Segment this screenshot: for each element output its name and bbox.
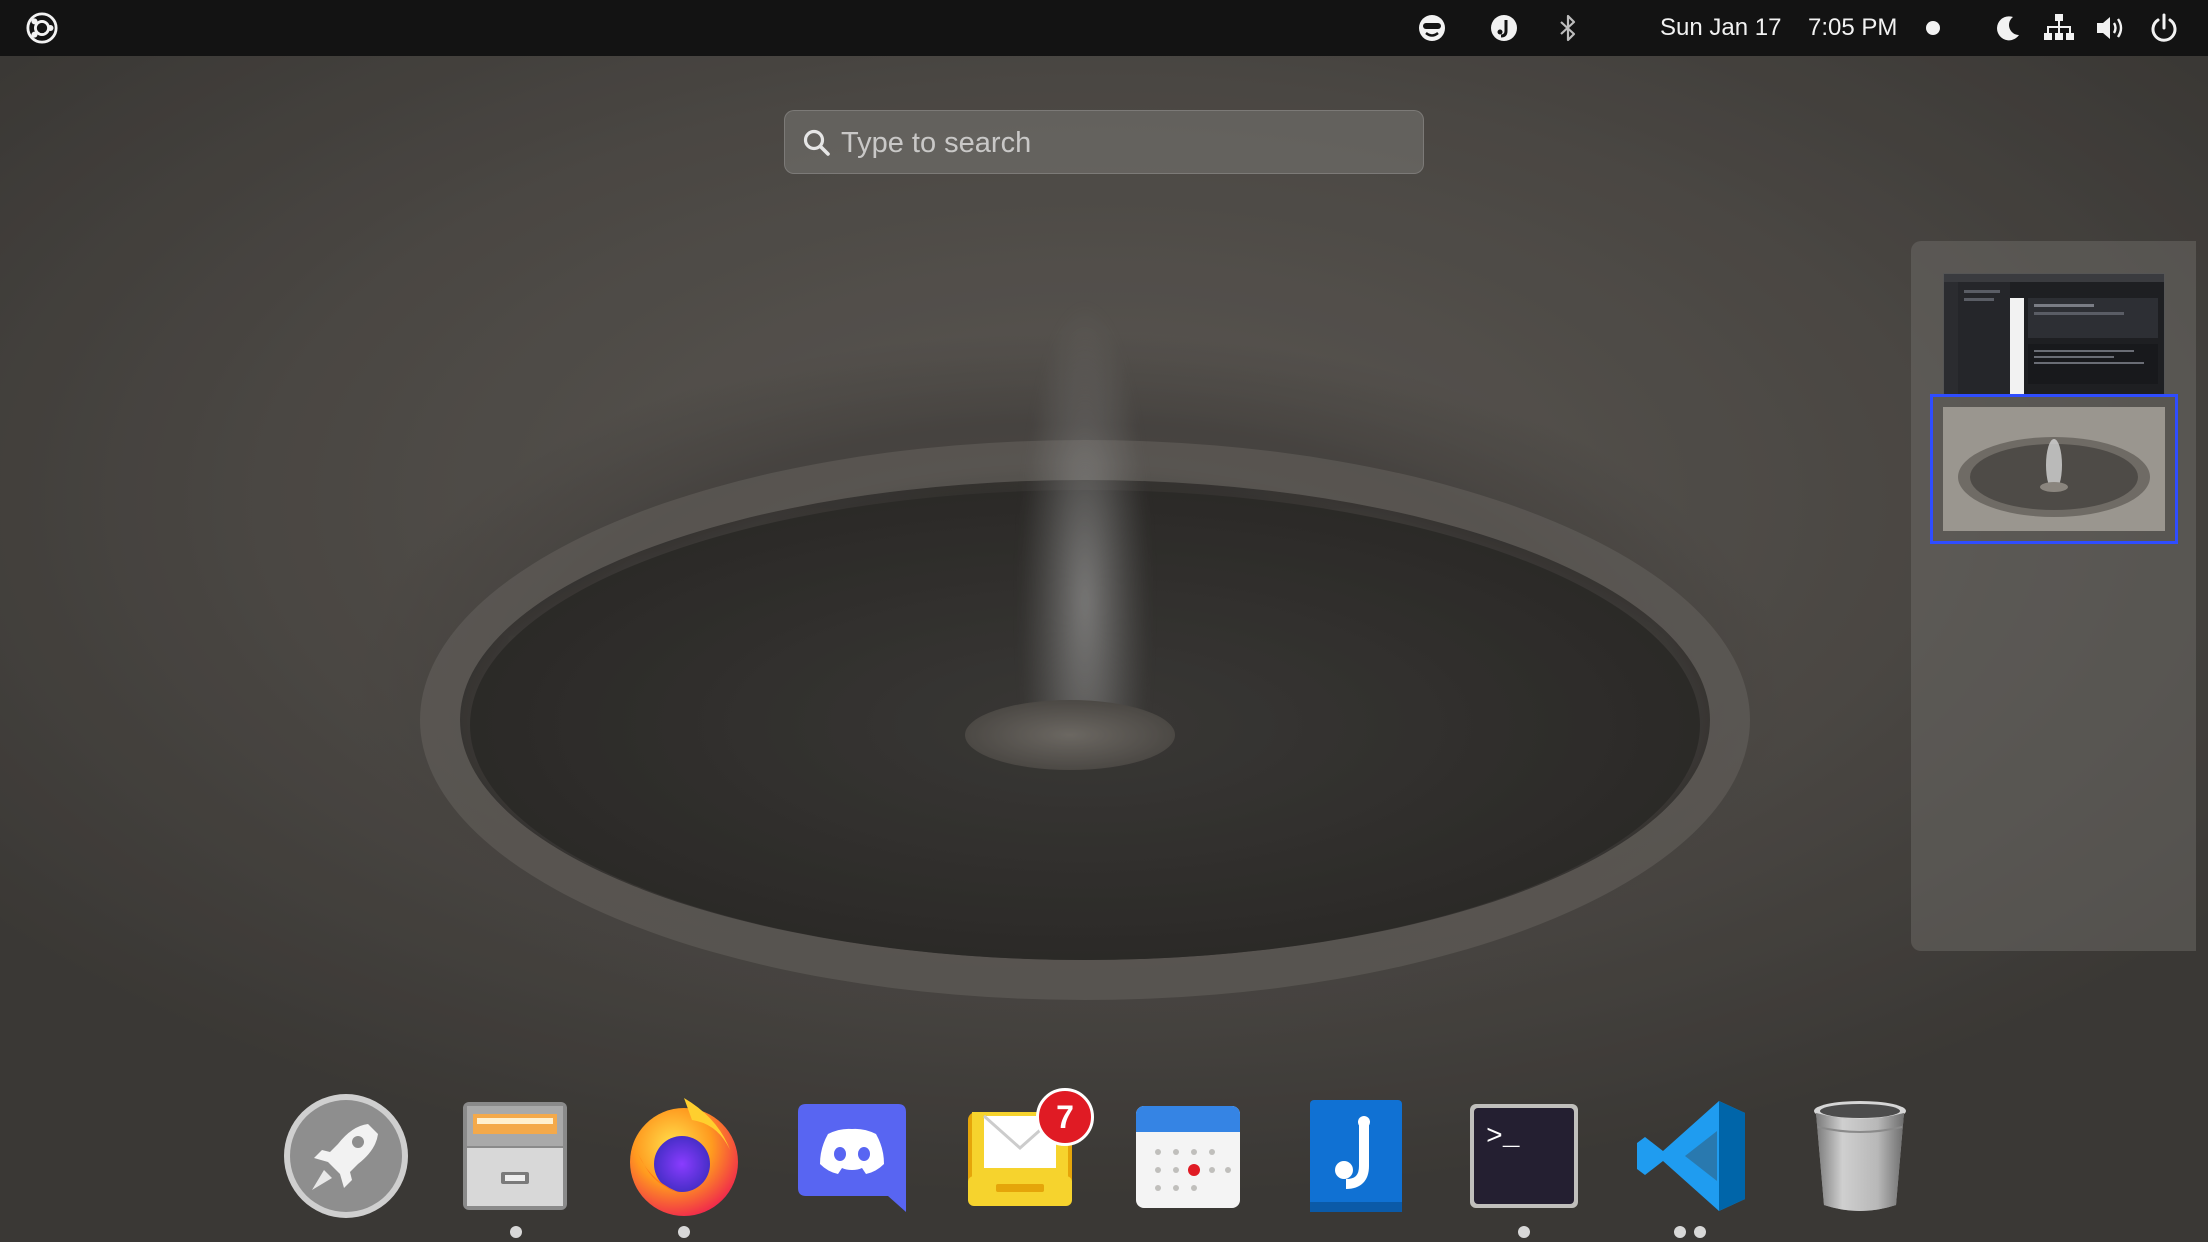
- dock-firefox-icon[interactable]: [620, 1092, 748, 1220]
- dock-trash-icon[interactable]: [1796, 1092, 1924, 1220]
- network-icon[interactable]: [2043, 12, 2075, 44]
- dock-joplin-icon[interactable]: [1292, 1092, 1420, 1220]
- workspace-thumbnail-2[interactable]: [1930, 394, 2178, 544]
- dock-terminal-icon[interactable]: >_: [1460, 1092, 1588, 1220]
- dock-files-icon[interactable]: [451, 1092, 579, 1220]
- firefox-running-indicator: [678, 1226, 690, 1238]
- files-running-indicator: [510, 1226, 522, 1238]
- face-indicator-icon[interactable]: [1416, 12, 1448, 44]
- dock-calendar-icon[interactable]: [1124, 1092, 1252, 1220]
- vscode-running-indicator-1: [1674, 1226, 1686, 1238]
- overview-search-bar[interactable]: [784, 110, 1424, 174]
- vscode-running-indicator-2: [1694, 1226, 1706, 1238]
- workspace-switcher: [1911, 241, 2196, 951]
- top-bar: Sun Jan 17 7:05 PM: [0, 0, 2208, 56]
- search-icon: [801, 127, 833, 159]
- dock-discord-icon[interactable]: [788, 1092, 916, 1220]
- joplin-tray-icon[interactable]: [1488, 12, 1520, 44]
- notification-dot-icon[interactable]: [1926, 21, 1940, 35]
- clock-time[interactable]: 7:05 PM: [1808, 14, 1897, 42]
- dock-vscode-icon[interactable]: [1628, 1092, 1756, 1220]
- terminal-running-indicator: [1518, 1226, 1530, 1238]
- search-input[interactable]: [841, 119, 1401, 167]
- bluetooth-icon[interactable]: [1552, 12, 1584, 44]
- volume-icon[interactable]: [2094, 12, 2126, 44]
- workspace-thumbnail-1[interactable]: [1943, 273, 2165, 397]
- overview-dim-overlay: [0, 0, 2208, 1242]
- power-icon[interactable]: [2148, 12, 2180, 44]
- dock-launcher-icon[interactable]: [282, 1092, 410, 1220]
- night-light-icon[interactable]: [1992, 12, 2024, 44]
- terminal-prompt-glyph: >_: [1486, 1122, 1520, 1153]
- ubuntu-logo-icon[interactable]: [26, 12, 58, 44]
- clock-date[interactable]: Sun Jan 17: [1660, 14, 1781, 42]
- mail-unread-badge: 7: [1036, 1088, 1094, 1146]
